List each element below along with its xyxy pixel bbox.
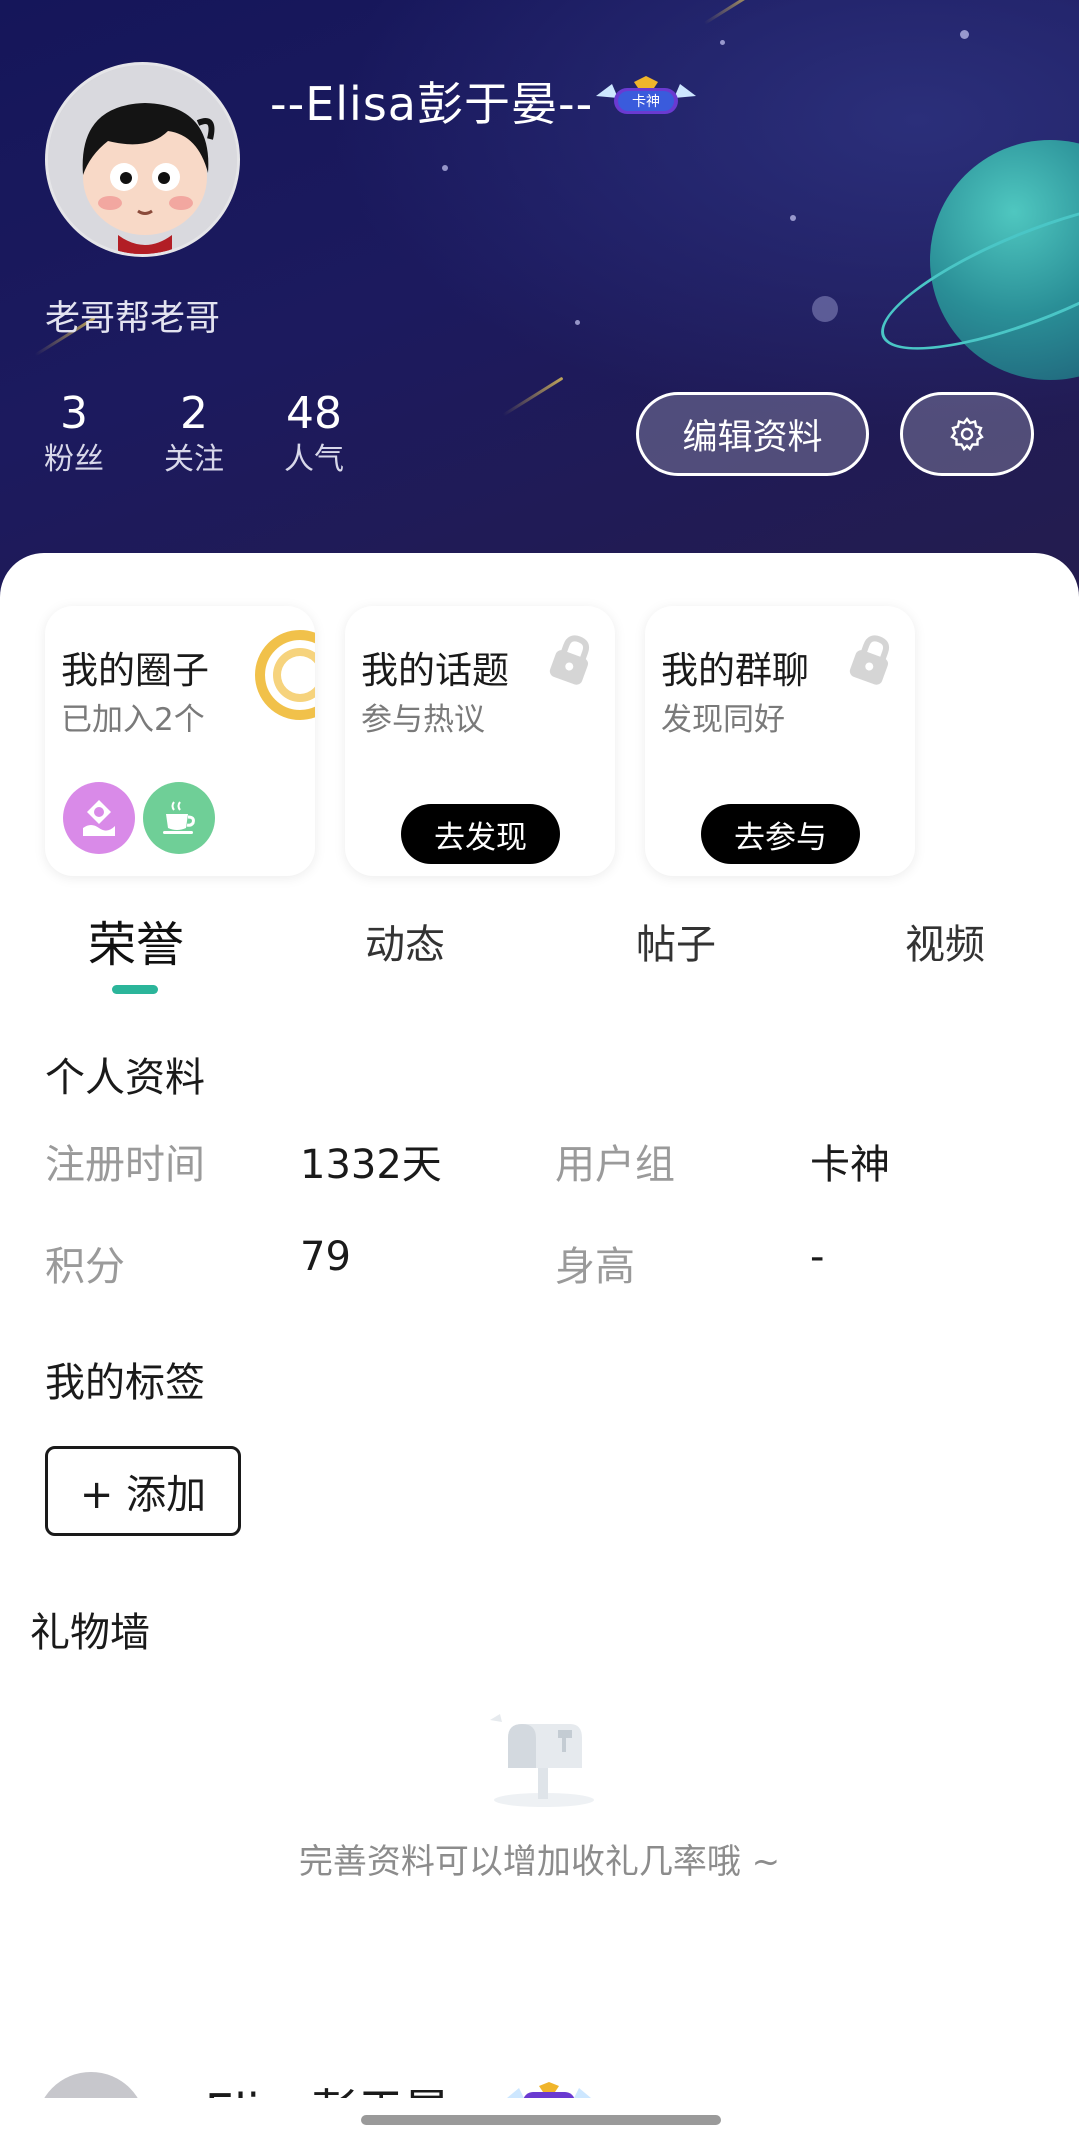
username: --Elisa彭于晏-- bbox=[270, 77, 594, 131]
home-indicator-bar[interactable] bbox=[361, 2115, 721, 2125]
stat-popularity[interactable]: 48 人气 bbox=[284, 388, 344, 480]
info-label-points: 积分 bbox=[45, 1244, 125, 1290]
my-circles-title: 我的圈子 bbox=[61, 649, 209, 692]
svg-text:卡神: 卡神 bbox=[632, 94, 660, 110]
bio-text: 老哥帮老哥 bbox=[45, 299, 221, 339]
active-tab-indicator bbox=[112, 985, 158, 994]
circle-avatar-coffee-icon[interactable] bbox=[143, 782, 215, 854]
info-label-register-time: 注册时间 bbox=[45, 1142, 205, 1188]
discover-button[interactable]: 去发现 bbox=[401, 804, 560, 864]
my-circles-subtitle: 已加入2个 bbox=[61, 702, 205, 738]
my-groups-title: 我的群聊 bbox=[661, 649, 809, 692]
star-decoration bbox=[442, 165, 448, 171]
my-topics-card[interactable]: 我的话题 参与热议 去发现 bbox=[345, 606, 615, 876]
tab-posts[interactable]: 帖子 bbox=[636, 912, 716, 970]
my-groups-subtitle: 发现同好 bbox=[661, 702, 785, 738]
info-value-register-time: 1332天 bbox=[300, 1142, 442, 1188]
gift-wall-title: 礼物墙 bbox=[30, 1610, 150, 1656]
star-decoration bbox=[575, 320, 580, 325]
star-decoration bbox=[790, 215, 796, 221]
my-topics-title: 我的话题 bbox=[361, 649, 509, 692]
tab-videos[interactable]: 视频 bbox=[905, 912, 985, 970]
profile-info-title: 个人资料 bbox=[45, 1055, 205, 1101]
stat-fans-label: 粉丝 bbox=[44, 442, 104, 477]
gear-icon bbox=[950, 417, 984, 451]
stat-fans[interactable]: 3 粉丝 bbox=[44, 388, 104, 480]
stat-popularity-label: 人气 bbox=[284, 442, 344, 477]
star-decoration bbox=[812, 296, 838, 322]
gift-wall-empty-text: 完善资料可以增加收礼几率哦 ~ bbox=[298, 1842, 781, 1882]
stat-popularity-value: 48 bbox=[286, 388, 342, 439]
user-group-badge-icon: 卡神 bbox=[596, 76, 696, 114]
info-label-user-group: 用户组 bbox=[555, 1142, 675, 1188]
lock-icon bbox=[549, 635, 590, 685]
avatar[interactable] bbox=[45, 62, 240, 257]
avatar-image bbox=[48, 65, 237, 254]
my-circles-card[interactable]: 我的圈子 已加入2个 bbox=[45, 606, 315, 876]
tab-honor[interactable]: 荣誉 bbox=[88, 905, 184, 975]
tab-activity[interactable]: 动态 bbox=[365, 912, 445, 970]
circle-ring-decoration bbox=[255, 630, 315, 720]
info-value-height: - bbox=[810, 1234, 825, 1280]
add-tag-button[interactable]: + 添加 bbox=[45, 1446, 241, 1536]
stat-fans-value: 3 bbox=[60, 388, 88, 439]
my-topics-subtitle: 参与热议 bbox=[361, 702, 485, 738]
join-button[interactable]: 去参与 bbox=[701, 804, 860, 864]
circle-avatar-hand-icon[interactable] bbox=[63, 782, 135, 854]
edit-profile-button[interactable]: 编辑资料 bbox=[636, 392, 869, 476]
my-tags-title: 我的标签 bbox=[45, 1360, 205, 1406]
info-label-height: 身高 bbox=[555, 1244, 635, 1290]
stat-following[interactable]: 2 关注 bbox=[164, 388, 224, 480]
mailbox-icon bbox=[490, 1714, 594, 1807]
settings-button[interactable] bbox=[900, 392, 1034, 476]
meteor-decoration bbox=[502, 376, 564, 417]
info-value-points: 79 bbox=[300, 1234, 351, 1280]
star-decoration bbox=[960, 30, 969, 39]
my-groups-card[interactable]: 我的群聊 发现同好 去参与 bbox=[645, 606, 915, 876]
star-decoration bbox=[720, 40, 725, 45]
meteor-decoration bbox=[703, 0, 757, 25]
stat-following-value: 2 bbox=[180, 388, 208, 439]
stat-following-label: 关注 bbox=[164, 442, 224, 477]
lock-icon bbox=[849, 635, 890, 685]
info-value-user-group: 卡神 bbox=[810, 1142, 890, 1188]
